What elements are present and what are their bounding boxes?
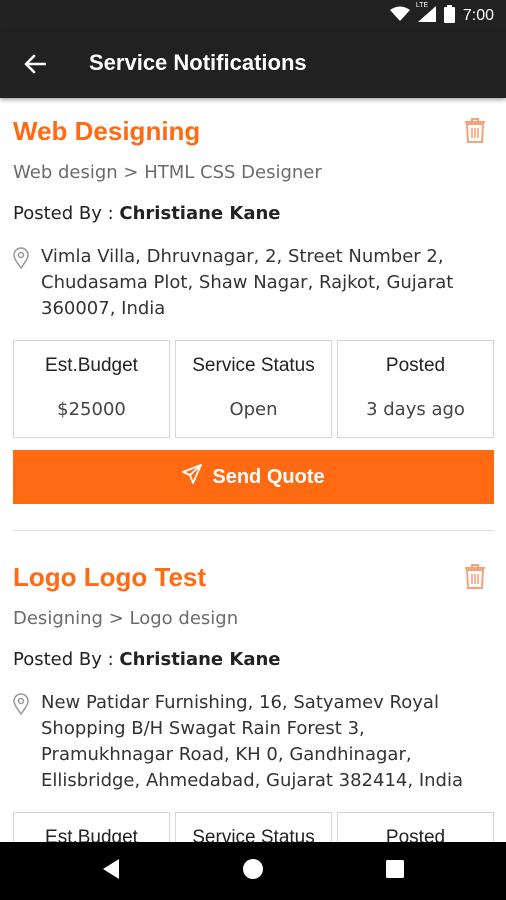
status-time: 7:00	[462, 7, 494, 24]
status-icons: LTE 7:00	[389, 2, 494, 27]
signal-icon: LTE	[416, 2, 436, 26]
page-title: Service Notifications	[89, 50, 307, 75]
triangle-back-icon	[101, 858, 121, 884]
posted-by-label: Posted By :	[13, 203, 120, 224]
status-label: Service Status	[192, 827, 315, 842]
status-label: Service Status	[192, 355, 315, 376]
square-recents-icon	[385, 859, 405, 883]
trash-icon	[464, 563, 486, 593]
delete-button[interactable]	[462, 118, 488, 146]
status-box: Service Status	[175, 812, 332, 842]
service-title[interactable]: Web Designing	[13, 116, 200, 147]
posted-label: Posted	[385, 355, 446, 376]
system-nav-bar	[0, 842, 506, 900]
info-grid: Est.Budget Service Status Posted	[13, 812, 494, 842]
notification-card: Logo Logo Test Designing > Logo design P…	[13, 562, 494, 842]
posted-by-name: Christiane Kane	[119, 203, 281, 224]
service-category: Web design > HTML CSS Designer	[13, 162, 322, 183]
divider	[13, 530, 494, 531]
arrow-back-icon	[24, 54, 47, 78]
posted-by: Posted By : Christiane Kane	[13, 203, 281, 224]
budget-box: Est.Budget $25000	[13, 340, 170, 438]
app-bar: Service Notifications	[0, 32, 506, 98]
posted-box: Posted	[337, 812, 494, 842]
network-type-label: LTE	[415, 2, 429, 9]
send-quote-button[interactable]: Send Quote	[13, 450, 494, 504]
notification-card: Web Designing Web design > HTML CSS Desi…	[13, 116, 494, 508]
nav-back-button[interactable]	[96, 856, 126, 886]
back-button[interactable]	[18, 49, 52, 83]
circle-home-icon	[242, 858, 264, 884]
send-icon	[182, 464, 203, 490]
status-value: Open	[229, 399, 278, 420]
service-address: Vimla Villa, Dhruvnagar, 2, Street Numbe…	[41, 246, 454, 319]
service-title[interactable]: Logo Logo Test	[13, 562, 206, 593]
posted-by-label: Posted By :	[13, 649, 120, 670]
budget-box: Est.Budget	[13, 812, 170, 842]
delete-button[interactable]	[462, 564, 488, 592]
location-pin-icon	[13, 247, 29, 270]
battery-icon	[443, 5, 455, 27]
posted-by: Posted By : Christiane Kane	[13, 649, 281, 670]
posted-label: Posted	[385, 827, 446, 842]
nav-home-button[interactable]	[238, 856, 268, 886]
status-bar: LTE 7:00	[0, 0, 506, 32]
budget-value: $25000	[57, 399, 126, 420]
status-box: Service Status Open	[175, 340, 332, 438]
trash-icon	[464, 117, 486, 147]
wifi-icon	[389, 6, 410, 26]
location-pin-icon	[13, 693, 29, 716]
info-grid: Est.Budget $25000 Service Status Open Po…	[13, 340, 494, 438]
service-address: New Patidar Furnishing, 16, Satyamev Roy…	[41, 692, 463, 791]
budget-label: Est.Budget	[45, 355, 138, 376]
notification-list[interactable]: Web Designing Web design > HTML CSS Desi…	[0, 98, 506, 842]
nav-recents-button[interactable]	[380, 856, 410, 886]
send-quote-label: Send Quote	[212, 465, 325, 488]
service-category: Designing > Logo design	[13, 608, 239, 629]
posted-value: 3 days ago	[366, 399, 465, 420]
budget-label: Est.Budget	[45, 827, 138, 842]
posted-by-name: Christiane Kane	[119, 649, 281, 670]
posted-box: Posted 3 days ago	[337, 340, 494, 438]
